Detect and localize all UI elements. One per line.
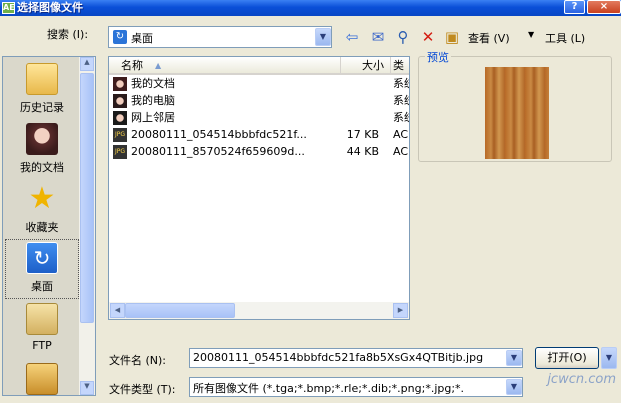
tools-menu[interactable]: 工具 (L) bbox=[545, 30, 585, 46]
window-title: 选择图像文件 bbox=[17, 1, 83, 14]
file-type: 系统 bbox=[393, 111, 409, 124]
watermark: jcwcn.com bbox=[547, 372, 616, 387]
file-type: 系统 bbox=[393, 77, 409, 90]
file-row[interactable]: 我的文档 系统 bbox=[109, 76, 409, 92]
preview-panel: 预览 bbox=[418, 49, 612, 162]
my-computer-icon bbox=[113, 94, 127, 108]
place-label: 我的文档 bbox=[20, 161, 64, 174]
places-scrollbar[interactable]: ▲ ▼ bbox=[79, 57, 95, 395]
favorites-star-icon: ★ bbox=[28, 181, 56, 216]
scroll-left-icon[interactable]: ◀ bbox=[110, 303, 125, 318]
header-type-label: 类 bbox=[393, 59, 404, 72]
place-desktop[interactable]: ↻ 桌面 bbox=[5, 239, 79, 299]
file-name: 我的电脑 bbox=[131, 94, 175, 107]
search-web-icon[interactable]: ⚲ bbox=[393, 27, 413, 47]
ftp-folder-icon bbox=[26, 303, 58, 335]
place-my-documents[interactable]: 我的文档 bbox=[5, 123, 79, 175]
header-size-label: 大小 bbox=[362, 59, 384, 72]
scroll-right-icon[interactable]: ▶ bbox=[393, 303, 408, 318]
filename-label: 文件名 (N): bbox=[109, 354, 167, 367]
back-arrow-icon[interactable]: ⇦ bbox=[342, 27, 362, 47]
place-history[interactable]: 历史记录 bbox=[5, 63, 79, 115]
place-label: 历史记录 bbox=[20, 101, 64, 114]
chevron-down-icon[interactable]: ▼ bbox=[315, 28, 331, 46]
place-favorites[interactable]: ★ 收藏夹 bbox=[5, 183, 79, 235]
place-label: 桌面 bbox=[31, 280, 53, 293]
place-ftp[interactable]: FTP bbox=[5, 303, 79, 352]
column-header-type[interactable]: 类 bbox=[391, 57, 409, 75]
my-documents-icon bbox=[113, 77, 127, 91]
up-folder-icon[interactable]: ✉ bbox=[368, 27, 388, 47]
view-menu[interactable]: 查看 (V) bbox=[468, 30, 510, 46]
delete-icon[interactable]: ✕ bbox=[418, 27, 438, 47]
location-value: 桌面 bbox=[131, 32, 153, 45]
file-name: 网上邻居 bbox=[131, 111, 175, 124]
header-name-label: 名称 bbox=[121, 59, 143, 72]
location-combo[interactable]: ↻ 桌面 ▼ bbox=[108, 26, 332, 48]
file-row[interactable]: JPG 20080111_054514bbbfdc521f... 17 KB A… bbox=[109, 127, 409, 143]
place-label: FTP bbox=[32, 339, 52, 352]
scroll-up-icon[interactable]: ▲ bbox=[80, 57, 94, 71]
app-icon: AE bbox=[2, 2, 15, 14]
column-header-size[interactable]: 大小 bbox=[341, 57, 391, 75]
file-size: 44 KB bbox=[346, 145, 379, 158]
my-documents-icon bbox=[26, 123, 58, 155]
column-header-name[interactable]: 名称 ▲ bbox=[109, 57, 341, 75]
jpg-file-icon: JPG bbox=[113, 128, 127, 142]
scroll-down-icon[interactable]: ▼ bbox=[80, 381, 94, 395]
help-button[interactable]: ? bbox=[564, 0, 585, 14]
place-more[interactable] bbox=[5, 363, 79, 395]
folder-icon bbox=[26, 363, 58, 395]
filename-field[interactable]: 20080111_054514bbbfdc521fa8b5XsGx4QTBitj… bbox=[189, 348, 523, 368]
file-row[interactable]: 网上邻居 系统 bbox=[109, 110, 409, 126]
file-type: ACD bbox=[393, 128, 409, 141]
chevron-down-icon[interactable]: ▼ bbox=[506, 350, 522, 366]
search-label: 搜索 (I): bbox=[47, 28, 89, 41]
filetype-label: 文件类型 (T): bbox=[109, 383, 176, 396]
sort-asc-icon: ▲ bbox=[155, 61, 162, 70]
file-list[interactable]: 名称 ▲ 大小 类 我的文档 系统 我的电脑 系统 网上邻居 系统 JPG 20… bbox=[108, 56, 410, 320]
scroll-thumb[interactable] bbox=[80, 73, 94, 323]
desktop-icon: ↻ bbox=[26, 242, 58, 274]
view-dropdown-icon[interactable]: ▼ bbox=[528, 30, 534, 39]
filetype-value: 所有图像文件 (*.tga;*.bmp;*.rle;*.dib;*.png;*.… bbox=[193, 382, 465, 395]
preview-label: 预览 bbox=[425, 49, 451, 65]
file-name: 我的文档 bbox=[131, 77, 175, 90]
scroll-thumb[interactable] bbox=[125, 303, 235, 318]
open-dropdown-icon[interactable]: ▼ bbox=[601, 347, 617, 369]
open-button[interactable]: 打开(O) bbox=[535, 347, 599, 369]
file-name: 20080111_8570524f659609d... bbox=[131, 145, 305, 158]
place-label: 收藏夹 bbox=[25, 221, 59, 234]
preview-image bbox=[485, 67, 549, 159]
places-bar: 历史记录 我的文档 ★ 收藏夹 ↻ 桌面 FTP ▲ ▼ bbox=[2, 56, 96, 396]
file-size: 17 KB bbox=[346, 128, 379, 141]
file-row[interactable]: 我的电脑 系统 bbox=[109, 93, 409, 109]
file-type: 系统 bbox=[393, 94, 409, 107]
file-list-hscroll[interactable]: ◀ ▶ bbox=[109, 302, 409, 319]
history-folder-icon bbox=[26, 63, 58, 95]
title-bar: AE 选择图像文件 ? × bbox=[0, 0, 621, 16]
file-name: 20080111_054514bbbfdc521f... bbox=[131, 128, 307, 141]
filetype-select[interactable]: 所有图像文件 (*.tga;*.bmp;*.rle;*.dib;*.png;*.… bbox=[189, 377, 523, 397]
jpg-file-icon: JPG bbox=[113, 145, 127, 159]
desktop-small-icon: ↻ bbox=[113, 30, 127, 44]
new-folder-icon[interactable]: ▣ bbox=[442, 27, 462, 47]
network-places-icon bbox=[113, 111, 127, 125]
file-type: ACD bbox=[393, 145, 409, 158]
close-button[interactable]: × bbox=[587, 0, 621, 14]
file-row[interactable]: JPG 20080111_8570524f659609d... 44 KB AC… bbox=[109, 144, 409, 160]
filename-value: 20080111_054514bbbfdc521fa8b5XsGx4QTBitj… bbox=[193, 351, 484, 364]
